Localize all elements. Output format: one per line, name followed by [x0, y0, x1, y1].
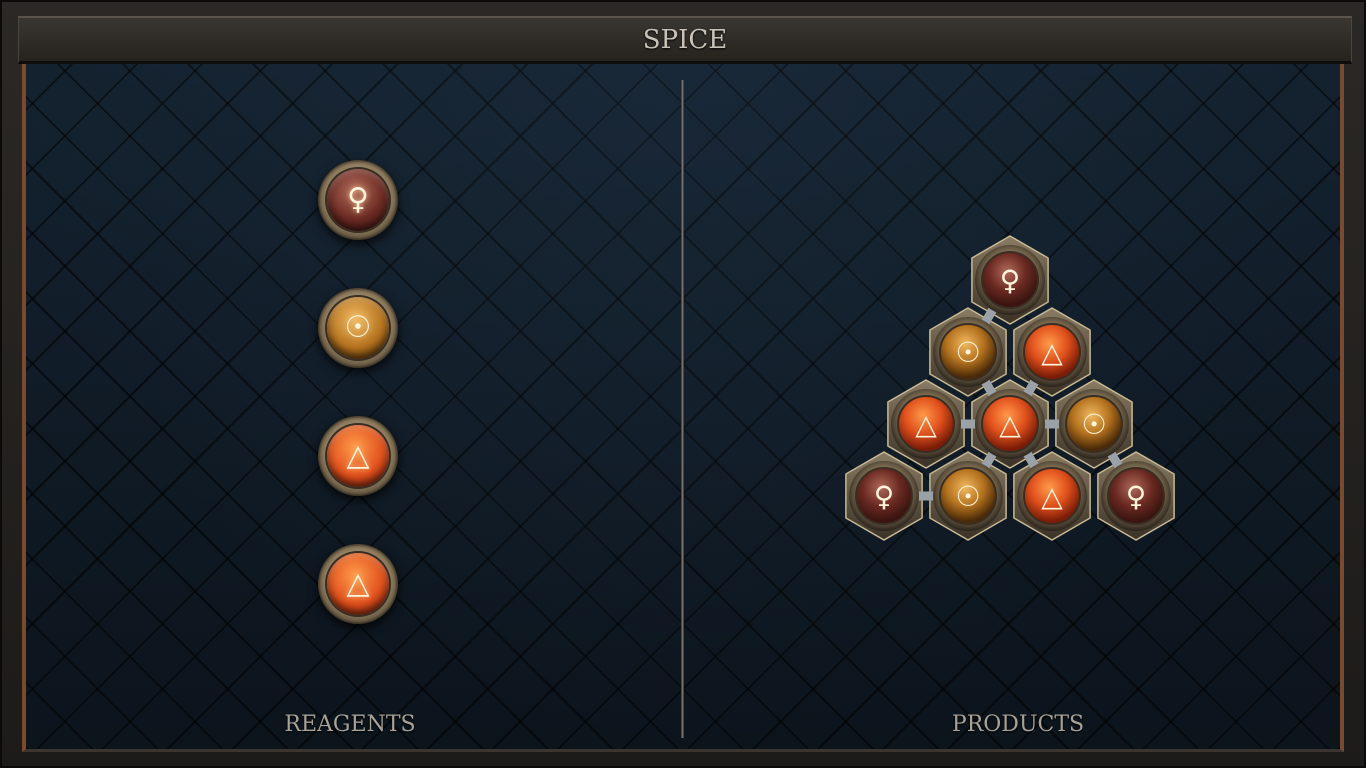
venus-atom-icon: ♀ — [975, 245, 1045, 315]
venus-symbol: ♀ — [347, 182, 369, 217]
puzzle-title: SPICE — [642, 24, 728, 55]
fire-symbol: △ — [346, 566, 370, 601]
venus-symbol: ♀ — [874, 480, 895, 513]
venus-symbol: ♀ — [1000, 264, 1021, 297]
salt-symbol: ☉ — [1081, 408, 1106, 441]
reagent-fire-icon[interactable]: △ — [318, 416, 398, 496]
venus-atom-icon: ♀ — [1101, 461, 1171, 531]
reagent-venus-icon[interactable]: ♀ — [318, 160, 398, 240]
fire-atom-icon: △ — [1017, 461, 1087, 531]
reagents-label: REAGENTS — [284, 712, 416, 737]
venus-atom-icon: ♀ — [849, 461, 919, 531]
salt-symbol: ☉ — [955, 336, 980, 369]
title-bar: SPICE — [18, 16, 1352, 64]
salt-symbol: ☉ — [344, 310, 372, 345]
reagent-salt-icon[interactable]: ☉ — [318, 288, 398, 368]
fire-atom-icon: △ — [1017, 317, 1087, 387]
salt-symbol: ☉ — [955, 480, 980, 513]
salt-atom-icon: ☉ — [933, 317, 1003, 387]
products-label: PRODUCTS — [951, 712, 1085, 737]
fire-symbol: △ — [346, 438, 370, 473]
panel-divider — [681, 80, 684, 738]
reagent-orb-core: △ — [327, 425, 389, 487]
reagent-orb-core: ☉ — [327, 297, 389, 359]
reagent-fire-icon[interactable]: △ — [318, 544, 398, 624]
reagent-orb-core: ♀ — [327, 169, 389, 231]
salt-atom-icon: ☉ — [1059, 389, 1129, 459]
salt-atom-icon: ☉ — [933, 461, 1003, 531]
product-molecule[interactable]: ♀ ☉ △ △ △ ☉ ♀ ☉ △ ♀ — [840, 234, 1180, 550]
reagent-orb-core: △ — [327, 553, 389, 615]
fire-symbol: △ — [1041, 336, 1063, 369]
fire-symbol: △ — [915, 408, 937, 441]
fire-symbol: △ — [1041, 480, 1063, 513]
venus-symbol: ♀ — [1126, 480, 1147, 513]
fire-symbol: △ — [999, 408, 1021, 441]
fire-atom-icon: △ — [975, 389, 1045, 459]
fire-atom-icon: △ — [891, 389, 961, 459]
